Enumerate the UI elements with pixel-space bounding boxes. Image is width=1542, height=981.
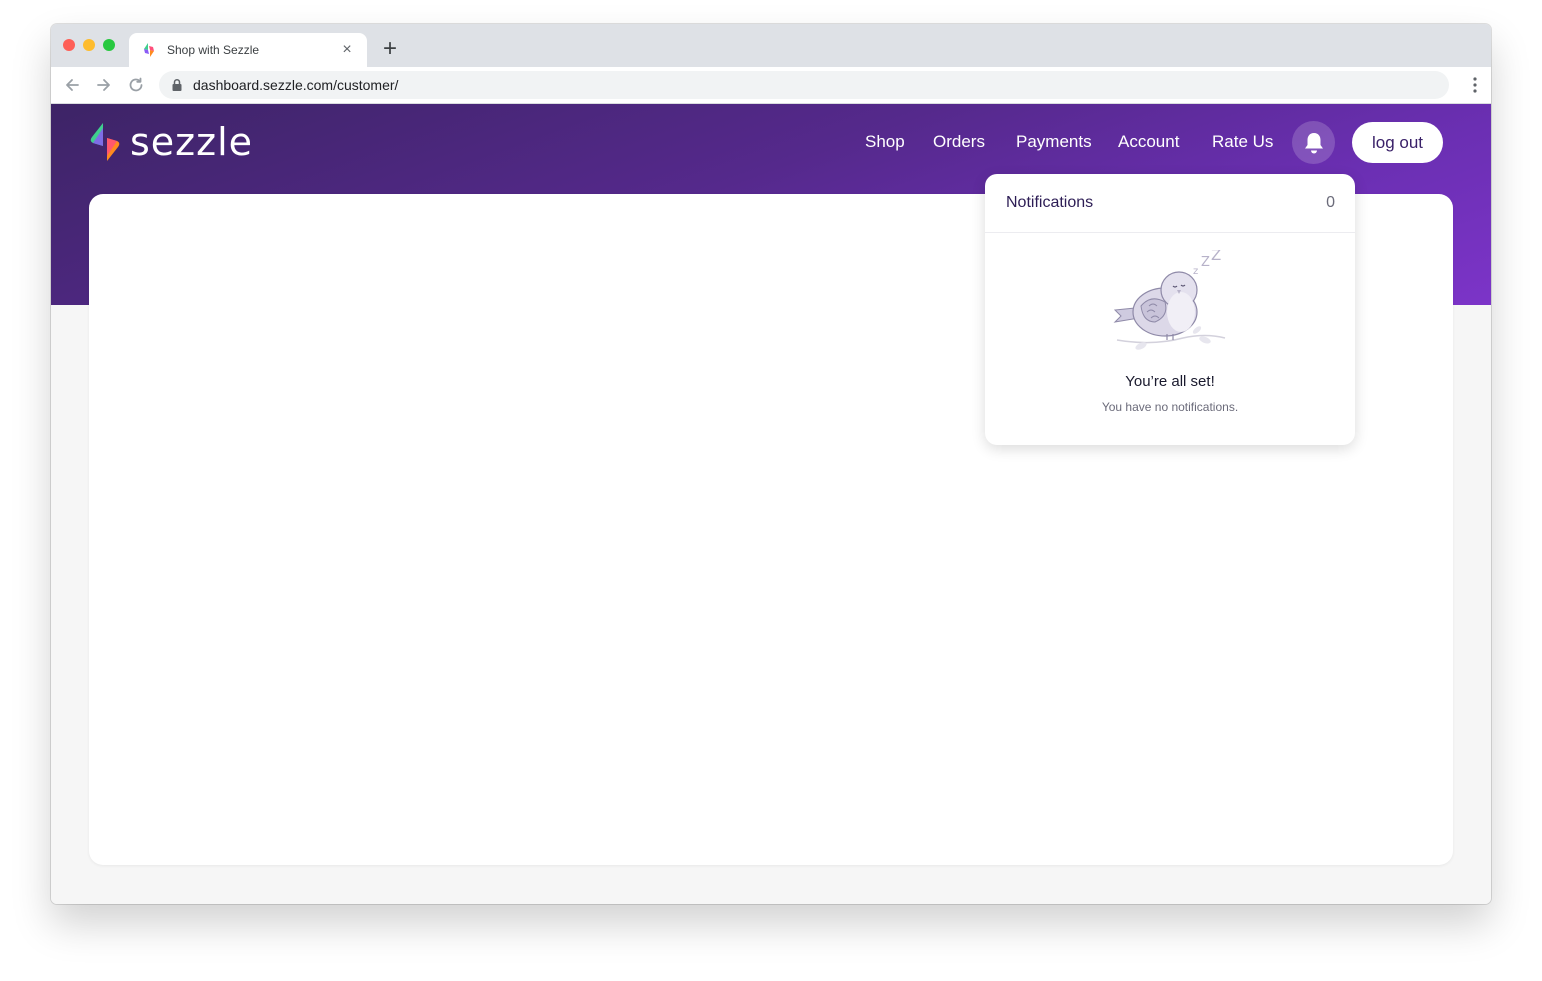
bell-icon <box>1304 132 1323 153</box>
browser-tab[interactable]: Shop with Sezzle × <box>129 33 367 67</box>
minimize-window-button[interactable] <box>83 39 95 51</box>
page-content: sezzle Shop Orders Payments Account Rate… <box>51 104 1491 904</box>
empty-state-title: You’re all set! <box>1125 373 1215 390</box>
maximize-window-button[interactable] <box>103 39 115 51</box>
nav-link-account[interactable]: Account <box>1118 132 1179 152</box>
notifications-button[interactable] <box>1292 121 1335 164</box>
nav-link-orders[interactable]: Orders <box>933 132 985 152</box>
nav-link-rate-us[interactable]: Rate Us <box>1212 132 1273 152</box>
reload-icon <box>129 77 143 92</box>
close-window-button[interactable] <box>63 39 75 51</box>
sezzle-logo[interactable]: sezzle <box>88 122 253 162</box>
nav-link-shop[interactable]: Shop <box>865 132 905 152</box>
svg-text:z: z <box>1193 266 1198 277</box>
back-button[interactable] <box>61 74 83 96</box>
forward-arrow-icon <box>97 79 110 91</box>
browser-toolbar: dashboard.sezzle.com/customer/ <box>51 67 1491 104</box>
sezzle-logo-icon <box>90 123 120 161</box>
notifications-header: Notifications 0 <box>985 174 1355 233</box>
svg-text:Z: Z <box>1201 255 1210 270</box>
menu-dots-icon[interactable] <box>1473 77 1477 93</box>
new-tab-button[interactable]: + <box>379 37 401 61</box>
tab-close-icon[interactable]: × <box>339 42 355 58</box>
back-arrow-icon <box>66 79 79 91</box>
notifications-count: 0 <box>1326 194 1335 211</box>
sezzle-favicon-icon <box>144 43 154 57</box>
nav-link-payments[interactable]: Payments <box>1016 132 1092 152</box>
reload-button[interactable] <box>125 74 147 96</box>
notifications-dropdown: Notifications 0 z Z Z You’re all set! Yo… <box>985 174 1355 445</box>
sleeping-bird-illustration: z Z Z <box>1113 250 1226 350</box>
address-bar[interactable]: dashboard.sezzle.com/customer/ <box>159 71 1449 99</box>
url-text: dashboard.sezzle.com/customer/ <box>193 77 399 93</box>
tab-title: Shop with Sezzle <box>167 43 260 57</box>
browser-window: Shop with Sezzle × + dashboard.sezzle.co… <box>51 24 1491 904</box>
notifications-title: Notifications <box>1006 194 1094 211</box>
tab-strip: Shop with Sezzle × + <box>51 24 1491 67</box>
empty-state-subtitle: You have no notifications. <box>1101 400 1239 414</box>
svg-text:Z: Z <box>1211 250 1221 264</box>
forward-button[interactable] <box>93 74 115 96</box>
logo-text: sezzle <box>130 120 254 164</box>
lock-icon <box>172 78 182 91</box>
logout-button[interactable]: log out <box>1352 122 1443 163</box>
